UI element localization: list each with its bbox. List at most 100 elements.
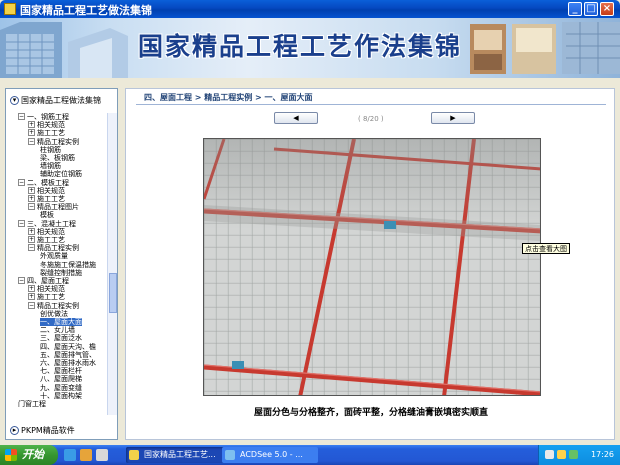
tree-item[interactable]: − 精品工程实例 <box>28 301 79 310</box>
tree-item[interactable]: 裂缝控制措施 <box>40 269 82 277</box>
collapse-circle-icon[interactable]: ▾ <box>10 96 19 105</box>
tree-item[interactable]: 柱钢筋 <box>40 146 61 154</box>
collapse-icon[interactable]: − <box>28 137 35 145</box>
tree-item-label: 精品工程图片 <box>37 203 79 212</box>
tree-item[interactable]: + 相关规范 <box>28 227 65 236</box>
tree-item[interactable]: − 精品工程图片 <box>28 203 79 211</box>
tree-item[interactable]: − 三、混凝土工程 <box>18 219 76 228</box>
tree-item-label: 施工工艺 <box>37 293 65 302</box>
quicklaunch-ie-icon[interactable] <box>64 449 76 461</box>
tree-item[interactable]: 创优做法 <box>40 310 68 318</box>
tree-item[interactable]: − 一、钢筋工程 <box>18 113 69 121</box>
tree-item[interactable]: 外观质量 <box>40 252 68 260</box>
tree-item-label: 柱钢筋 <box>40 145 61 154</box>
tree-item-label: 五、屋面排气管、 <box>40 350 96 359</box>
collapse-icon[interactable]: − <box>18 113 25 120</box>
tree-scrollbar[interactable] <box>107 113 117 415</box>
app-window: 国家精品工程工艺做法集锦 _ □ × 国家精品工程工艺作法集锦 ▾ 国家精品工程… <box>0 0 620 445</box>
tree-item-label: 七、屋面栏杆 <box>40 367 82 376</box>
tree-item-label: 冬施施工保温措施 <box>40 260 96 269</box>
tree-footer[interactable]: ▸ PKPM精品软件 <box>10 425 75 436</box>
minimize-button[interactable]: _ <box>568 2 582 16</box>
tree-item[interactable]: 三、屋面泛水 <box>40 334 82 342</box>
tree-item[interactable]: 九、屋面变缝 <box>40 384 82 392</box>
clock: 17:26 <box>590 450 614 459</box>
quicklaunch-desktop-icon[interactable] <box>96 449 108 461</box>
collapse-icon[interactable]: − <box>28 203 35 211</box>
tree-item-label: 四、屋面工程 <box>27 277 69 285</box>
tree-item[interactable]: + 相关规范 <box>28 186 65 195</box>
collapse-icon[interactable]: − <box>28 244 35 252</box>
sidebar: ▾ 国家精品工程做法集锦 − 一、钢筋工程 + 相关规范 + 施工工艺 − 精品工程实例 柱钢筋梁… <box>5 88 118 440</box>
collapse-icon[interactable]: − <box>18 277 25 284</box>
tree-item[interactable]: 二、女儿墙 <box>40 326 75 334</box>
tree-item-label: 二、女儿墙 <box>40 326 75 335</box>
expand-icon[interactable]: + <box>28 195 35 202</box>
expand-icon[interactable]: + <box>28 129 35 137</box>
window-title: 国家精品工程工艺做法集锦 <box>20 4 152 17</box>
tree-item[interactable]: + 施工工艺 <box>28 236 65 244</box>
expand-icon[interactable]: + <box>28 227 35 235</box>
taskbar: 开始 国家精品工程工艺... ACDSee 5.0 - ... 17:26 <box>0 445 620 465</box>
expand-icon[interactable]: + <box>28 186 35 194</box>
expand-icon[interactable]: + <box>28 121 35 129</box>
tree-item[interactable]: − 四、屋面工程 <box>18 277 69 285</box>
tree-item-label: 门窗工程 <box>18 400 46 408</box>
tree-item[interactable]: − 精品工程实例 <box>28 137 79 146</box>
expand-icon[interactable]: + <box>28 236 35 243</box>
tree-item-label: 相关规范 <box>37 285 65 294</box>
collapse-icon[interactable]: − <box>18 178 25 186</box>
expand-icon[interactable]: + <box>28 293 35 301</box>
quicklaunch-folder-icon[interactable] <box>80 449 92 461</box>
tree-item[interactable]: 冬施施工保温措施 <box>40 261 96 269</box>
tree-item[interactable]: + 相关规范 <box>28 121 65 129</box>
tree-item[interactable]: + 施工工艺 <box>28 195 65 203</box>
tree-item[interactable]: 墙钢筋 <box>40 162 61 170</box>
tree-item[interactable]: + 施工工艺 <box>28 293 65 301</box>
next-button[interactable]: ▶ <box>431 112 475 124</box>
tree-item[interactable]: 八、屋面爬梯 <box>40 375 82 383</box>
tree-item[interactable]: − 精品工程实例 <box>28 244 79 252</box>
header-banner: 国家精品工程工艺作法集锦 <box>0 18 620 78</box>
tree-item-label: 二、模板工程 <box>27 178 69 187</box>
tree-item[interactable]: + 施工工艺 <box>28 129 65 137</box>
tree-item-label: 一、屋面大面 <box>40 318 82 326</box>
taskbar-item-acdsee[interactable]: ACDSee 5.0 - ... <box>222 447 318 463</box>
expand-icon[interactable]: + <box>28 285 35 293</box>
prev-button[interactable]: ◀ <box>274 112 318 124</box>
tray-security-icon[interactable] <box>569 450 578 459</box>
tree-item[interactable]: 十、屋面构架 <box>40 392 82 400</box>
taskbar-item-label: ACDSee 5.0 - ... <box>240 450 303 459</box>
tree-item[interactable]: − 二、模板工程 <box>18 178 69 187</box>
expand-circle-icon[interactable]: ▸ <box>10 426 19 435</box>
tree-item-label: 裂缝控制措施 <box>40 268 82 277</box>
roof-photo[interactable] <box>203 138 541 396</box>
tree-header[interactable]: ▾ 国家精品工程做法集锦 <box>10 95 101 106</box>
tree-item[interactable]: 门窗工程 <box>18 400 46 408</box>
tree-item-label: 六、屋面排水雨水 <box>40 359 96 367</box>
tree-item-label: 相关规范 <box>37 121 65 130</box>
tray-network-icon[interactable] <box>545 450 554 459</box>
tree-item[interactable]: 六、屋面排水雨水 <box>40 359 96 367</box>
tree-item[interactable]: 七、屋面栏杆 <box>40 367 82 375</box>
close-button[interactable]: × <box>600 2 614 16</box>
tree-item-label: 十、屋面构架 <box>40 391 82 400</box>
collapse-icon[interactable]: − <box>28 301 35 309</box>
maximize-button[interactable]: □ <box>584 2 598 16</box>
tree-item[interactable]: 梁、板钢筋 <box>40 154 75 162</box>
tree-item[interactable]: 模板 <box>40 211 54 219</box>
tree-item-label: 施工工艺 <box>37 195 65 203</box>
start-button[interactable]: 开始 <box>0 445 58 465</box>
scroll-thumb[interactable] <box>109 273 117 313</box>
tree-item[interactable]: 五、屋面排气管、 <box>40 351 96 359</box>
tree-item-label: 相关规范 <box>37 186 65 195</box>
page-indicator: ( 8/20 ) <box>358 115 384 123</box>
collapse-icon[interactable]: − <box>18 219 25 227</box>
tree-item[interactable]: + 相关规范 <box>28 285 65 293</box>
tree-item[interactable]: 辅助定位钢筋 <box>40 170 82 178</box>
tree-item-label: 九、屋面变缝 <box>40 383 82 392</box>
tree-item-label: 外观质量 <box>40 252 68 261</box>
tree-item[interactable]: 四、屋面天沟、檐 <box>40 343 96 351</box>
tree-item[interactable]: 一、屋面大面 <box>40 318 82 326</box>
tray-volume-icon[interactable] <box>557 450 566 459</box>
